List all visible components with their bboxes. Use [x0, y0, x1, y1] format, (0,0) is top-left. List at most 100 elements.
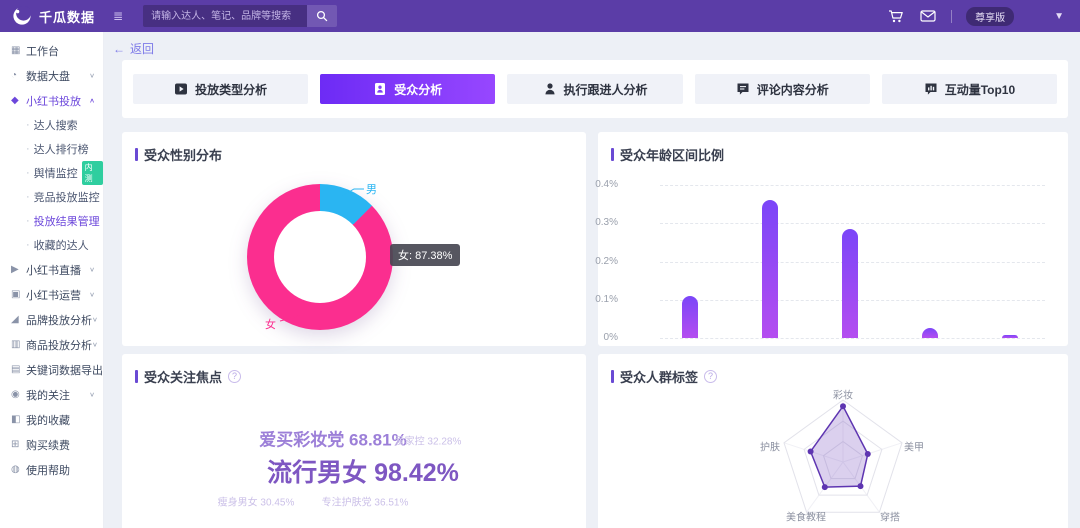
donut-tooltip: 女: 87.38% [390, 244, 461, 266]
y-axis-tick: 0.1% [595, 293, 618, 305]
cart-icon[interactable] [887, 8, 905, 24]
brand-name: 千瓜数据 [39, 9, 96, 25]
global-searchbox [143, 5, 338, 27]
mail-icon[interactable] [919, 8, 937, 24]
sidebar-item-data-overview[interactable]: ◔ 数据大盘 ∨ [0, 63, 103, 88]
y-axis-tick: 0.4% [595, 179, 618, 190]
age-bar [842, 229, 858, 338]
chart-icon: ◢ [11, 314, 19, 325]
plan-badge[interactable]: 尊享版 [966, 6, 1015, 26]
video-icon: ▶ [11, 264, 19, 275]
sidebar-item-workbench[interactable]: ▦ 工作台 [0, 38, 103, 63]
qiangua-logo-icon [13, 6, 31, 25]
sidebar-item-help[interactable]: ◍ 使用帮助 [0, 457, 103, 482]
sidebar-item-xhs-placement[interactable]: ◆ 小红书投放 ∧ [0, 88, 103, 113]
sidebar-item-product-analysis[interactable]: ▥ 商品投放分析 ∨ [0, 332, 103, 357]
male-label: 男 [366, 184, 377, 196]
beta-badge: 内测 [81, 161, 103, 185]
radar-axis-label: 美甲 [904, 442, 924, 454]
gridline [660, 185, 1045, 186]
shield-icon: ◆ [11, 95, 19, 106]
file-icon: ▤ [11, 364, 21, 375]
panel-icon: ▣ [11, 289, 21, 300]
card-title: 受众性别分布 [144, 148, 223, 163]
y-axis-tick: 0.3% [595, 217, 618, 229]
tab-audience-analysis[interactable]: 受众分析 [320, 74, 496, 104]
age-bar [922, 328, 938, 338]
y-axis-tick: 0.2% [595, 255, 618, 267]
pie-icon: ◔ [11, 70, 18, 81]
radar-axis-label: 美食教程 [786, 512, 826, 524]
brand[interactable]: 千瓜数据 [0, 6, 95, 26]
person-icon [544, 83, 555, 95]
chevron-down-icon: ∨ [92, 340, 98, 349]
back-link[interactable]: ← 返回 [113, 40, 154, 57]
search-icon [317, 10, 328, 22]
doc-play-icon [175, 83, 188, 95]
card-title: 受众关注焦点 [144, 370, 223, 385]
sidebar-subitem-influencer-search[interactable]: · 达人搜索 [0, 113, 103, 137]
sidebar-subitem-competitor-monitor[interactable]: · 竞品投放监控 [0, 185, 103, 209]
user-caret-down-icon[interactable]: ▼ [1054, 11, 1064, 22]
search-input[interactable] [143, 5, 308, 27]
gender-donut-chart [247, 184, 393, 330]
sidebar-nav: ▦ 工作台 ◔ 数据大盘 ∨ ◆ 小红书投放 ∧ · 达人搜索 · 达人排行榜 … [0, 32, 104, 528]
grid-icon: ▦ [11, 45, 21, 56]
card-audience-focus: 受众关注焦点 ? 爱买彩妆党 68.81% 爱家控 32.28% 流行男女 98… [122, 354, 586, 528]
chevron-down-icon: ∨ [103, 366, 104, 373]
focus-word: 爱买彩妆党 68.81% [259, 430, 407, 450]
y-axis-tick: 0% [603, 332, 618, 343]
card-title: 受众年龄区间比例 [620, 148, 725, 163]
sidebar-item-xhs-operation[interactable]: ▣ 小红书运营 ∨ [0, 282, 103, 307]
focus-word: 专注护肤党 36.51% [321, 497, 409, 509]
age-bar [682, 296, 698, 338]
top-navbar: 千瓜数据 ≣ 尊享版 ▼ [0, 0, 1080, 32]
card-gender-distribution: 受众性别分布 男 女 女: 87.38% [122, 132, 586, 346]
bubble-bars-icon [925, 83, 937, 95]
tab-placement-type[interactable]: 投放类型分析 [133, 74, 309, 104]
sidebar-item-keyword-export[interactable]: ▤ 关键词数据导出 ∨ [0, 357, 103, 382]
goods-icon: ▥ [11, 339, 21, 350]
focus-word: 瘦身男女 30.45% [217, 497, 295, 509]
sidebar-item-xhs-live[interactable]: ▶ 小红书直播 ∨ [0, 257, 103, 282]
sidebar-item-brand-analysis[interactable]: ◢ 品牌投放分析 ∨ [0, 307, 103, 332]
tab-interaction-top10[interactable]: 互动量Top10 [881, 74, 1058, 104]
sidebar-item-purchase-renew[interactable]: ⊞ 购买续费 [0, 432, 103, 457]
tab-comment-analysis[interactable]: 评论内容分析 [694, 74, 870, 104]
chevron-down-icon: ∨ [89, 265, 95, 274]
sidebar-item-my-follows[interactable]: ◉ 我的关注 ∨ [0, 382, 103, 407]
chevron-down-icon: ∨ [89, 390, 95, 399]
chevron-down-icon: ∨ [89, 71, 95, 80]
sidebar-subitem-influencer-ranking[interactable]: · 达人排行榜 [0, 137, 103, 161]
eye-icon: ◉ [11, 389, 20, 400]
nav-menu-icon[interactable]: ≣ [113, 9, 123, 23]
help-icon: ◍ [11, 464, 20, 475]
nav-divider [951, 9, 953, 23]
tab-follow-up-person[interactable]: 执行跟进人分析 [507, 74, 683, 104]
card-audience-tags: 受众人群标签 ? 彩妆 美甲 穿搭 美食教程 护肤 [598, 354, 1068, 528]
tags-radar-chart [783, 399, 903, 513]
sidebar-subitem-saved-influencers[interactable]: · 收藏的达人 [0, 233, 103, 257]
chevron-up-icon: ∧ [89, 96, 95, 105]
radar-axis-label: 穿搭 [880, 512, 900, 524]
gridline [660, 338, 1045, 339]
sidebar-subitem-sentiment-monitor[interactable]: · 舆情监控 内测 [0, 161, 103, 185]
focus-word: 流行男女 98.42% [267, 459, 459, 487]
gridline [660, 223, 1045, 225]
back-arrow-icon: ← [113, 41, 125, 56]
age-bar [1002, 335, 1018, 338]
female-label: 女 [265, 319, 276, 331]
comment-icon [737, 83, 749, 95]
radar-axis-label: 彩妆 [833, 390, 853, 402]
cart-icon: ⊞ [11, 439, 20, 450]
sidebar-subitem-placement-results[interactable]: · 投放结果管理 [0, 209, 103, 233]
sidebar-item-my-favorites[interactable]: ◧ 我的收藏 [0, 407, 103, 432]
help-icon[interactable]: ? [228, 370, 242, 383]
analysis-tabbar: 投放类型分析 受众分析 执行跟进人分析 评论内容分析 互动量Top10 [122, 60, 1068, 118]
card-age-distribution: 受众年龄区间比例 0%0.1%0.2%0.3%0.4%<1818-2425-34… [595, 132, 1068, 409]
age-bar [762, 200, 778, 338]
radar-axis-label: 护肤 [760, 442, 780, 454]
search-button[interactable] [307, 5, 338, 27]
chevron-down-icon: ∨ [89, 290, 95, 299]
navbar-right: 尊享版 ▼ [887, 0, 1080, 32]
